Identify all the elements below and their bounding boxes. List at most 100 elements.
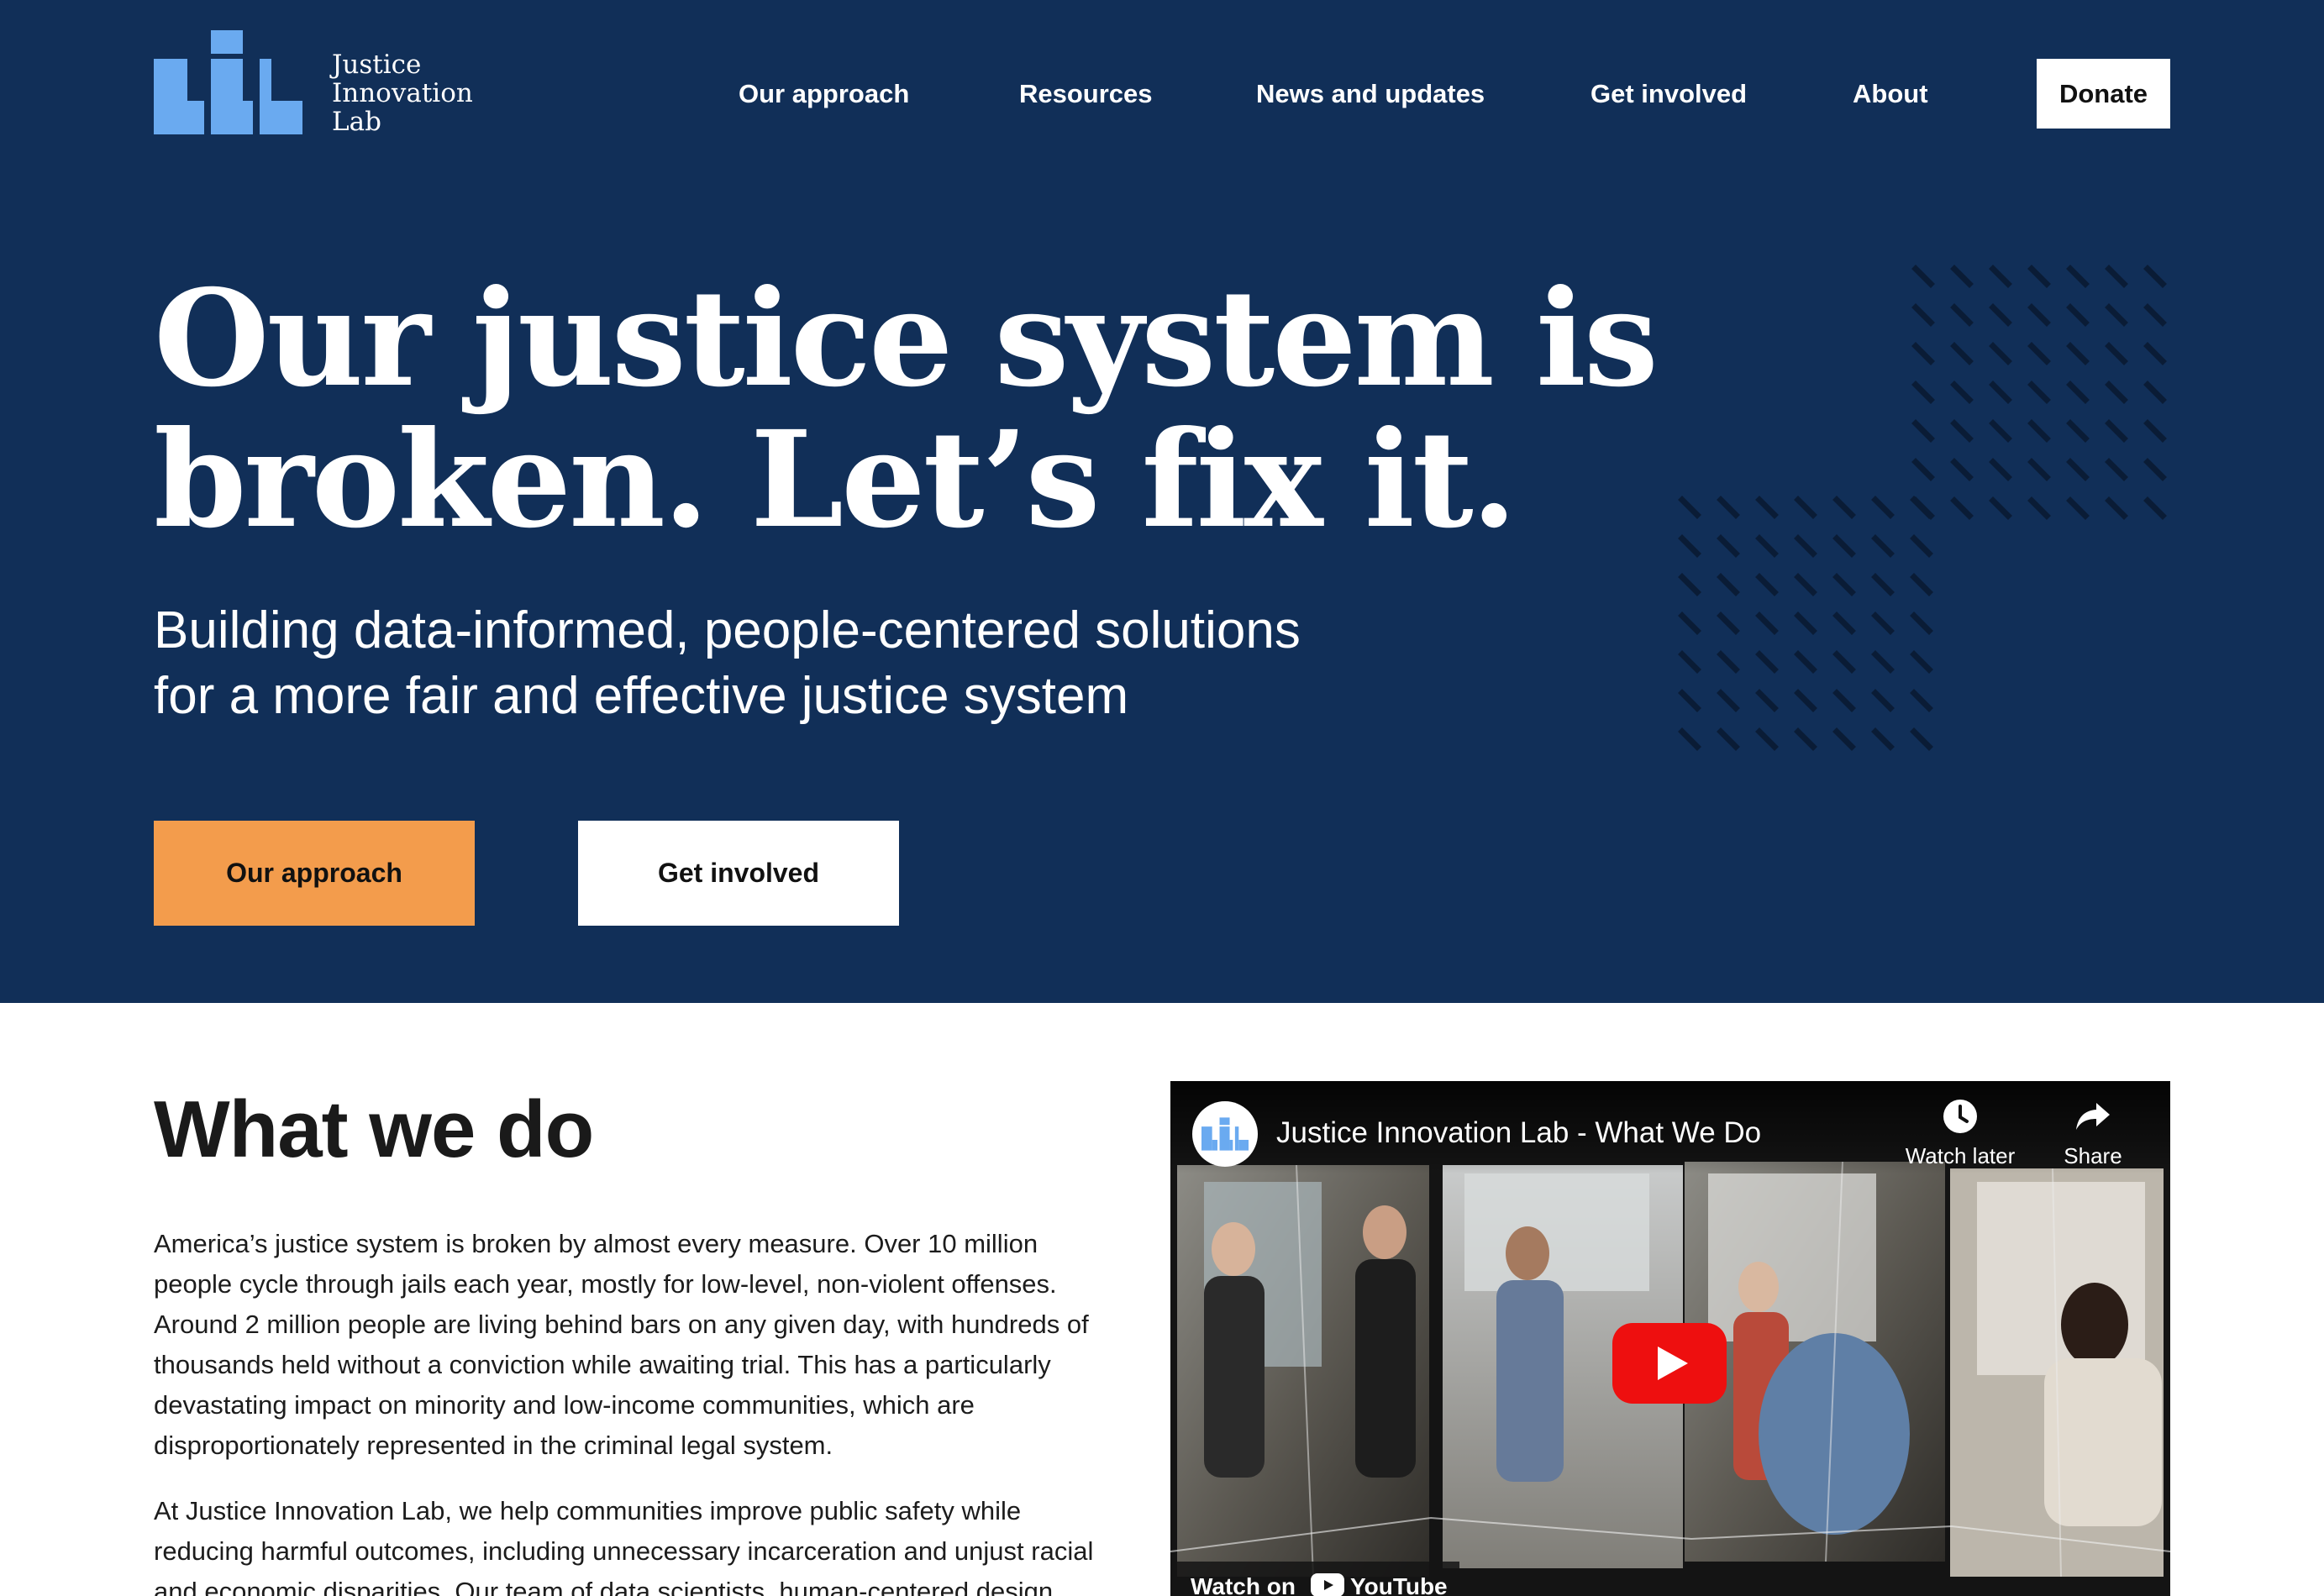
pattern-dash [1832,534,1856,558]
pattern-dash [2027,458,2051,481]
pattern-dash [1950,419,1974,443]
pattern-dash [2105,496,2128,520]
pattern-dash [1871,650,1895,674]
watch-on-youtube-link[interactable]: Watch on YouTube [1170,1562,1459,1596]
pattern-dash [1910,650,1933,674]
pattern-dash [1950,381,1974,404]
pattern-dash [2105,342,2128,365]
play-icon[interactable] [1612,1323,1727,1404]
pattern-dash [1871,496,1895,519]
pattern-dash [2027,342,2051,365]
hero-title: Our justice system is broken. Let’s fix … [154,261,1659,551]
pattern-dash [2143,342,2167,365]
nav-item-resources[interactable]: Resources [1019,79,1153,109]
pattern-dash [1871,727,1895,751]
share-label: Share [2064,1143,2122,1168]
pattern-dash [2066,419,2090,443]
pattern-dash [1871,534,1895,558]
nav-item-about[interactable]: About [1853,79,1928,109]
pattern-dash [1755,534,1779,558]
pattern-dash [1950,342,1974,365]
pattern-dash [2143,303,2167,327]
pattern-dash [1717,727,1740,751]
pattern-dash [2027,303,2051,327]
pattern-dash [1717,496,1740,519]
pattern-dash [1678,727,1701,751]
nav-item-news[interactable]: News and updates [1256,79,1485,109]
pattern-dash [1755,727,1779,751]
pattern-dash [1910,573,1933,596]
donate-button[interactable]: Donate [2037,59,2170,129]
watch-later-button[interactable]: Watch later [1897,1098,2023,1169]
pattern-dash [2105,303,2128,327]
pattern-dash [2105,265,2128,288]
pattern-dash [1989,419,2012,443]
pattern-dash [1678,612,1701,635]
pattern-dash [2105,458,2128,481]
main-nav: Our approach Resources News and updates … [0,59,2324,129]
pattern-dash [1911,303,1935,327]
pattern-dash [2027,381,2051,404]
pattern-dash [1755,650,1779,674]
youtube-logo-icon [1310,1573,1344,1596]
pattern-dash [1717,534,1740,558]
share-button[interactable]: Share [2030,1098,2156,1169]
pattern-dash [1717,650,1740,674]
pattern-dash [1911,419,1935,443]
pattern-dash [2143,381,2167,404]
pattern-dash [1794,650,1817,674]
pattern-dash [1911,265,1935,288]
hero-title-line: Our justice system is [154,261,1659,417]
mission-paragraph: At Justice Innovation Lab, we help commu… [154,1491,1162,1596]
paragraph-line: America’s justice system is broken by al… [154,1229,1038,1258]
pattern-dash [2027,496,2051,520]
pattern-dash [1832,612,1856,635]
pattern-dash [1910,496,1933,519]
intro-paragraph: America’s justice system is broken by al… [154,1224,1162,1466]
nav-item-our-approach[interactable]: Our approach [739,79,909,109]
channel-avatar[interactable] [1192,1101,1258,1167]
video-embed[interactable]: Justice Innovation Lab - What We Do Watc… [1170,1081,2170,1596]
pattern-dash [1678,650,1701,674]
pattern-dash [2105,381,2128,404]
pattern-dash [2105,419,2128,443]
pattern-dash [2143,419,2167,443]
pattern-dash [1832,727,1856,751]
pattern-dash [1755,612,1779,635]
pattern-dash [1910,534,1933,558]
pattern-dash [1911,458,1935,481]
nav-item-get-involved[interactable]: Get involved [1591,79,1747,109]
pattern-dash [1989,381,2012,404]
pattern-dash [1910,689,1933,712]
pattern-dash [2066,342,2090,365]
pattern-dash [1717,573,1740,596]
pattern-dash [1794,496,1817,519]
pattern-dash [1989,458,2012,481]
pattern-dash [1678,573,1701,596]
hero-subtitle: Building data-informed, people-centered … [154,598,1498,729]
paragraph-line: thousands held without a conviction whil… [154,1350,1051,1379]
pattern-dash [2066,458,2090,481]
pattern-dash [2066,265,2090,288]
video-title[interactable]: Justice Innovation Lab - What We Do [1276,1116,1761,1150]
share-arrow-icon [2030,1098,2156,1140]
pattern-dash [1794,689,1817,712]
logo-icon [1201,1117,1249,1151]
hero-section: Justice Innovation Lab Our approach Reso… [0,0,2324,1003]
pattern-dash [2066,496,2090,520]
pattern-dash [1832,573,1856,596]
section-title: What we do [154,1084,594,1174]
pattern-dash [1794,573,1817,596]
pattern-dash [1717,689,1740,712]
our-approach-button[interactable]: Our approach [154,821,475,926]
pattern-dash [1911,381,1935,404]
get-involved-button[interactable]: Get involved [578,821,899,926]
pattern-dash [2143,265,2167,288]
pattern-dash [1950,458,1974,481]
pattern-dash [1717,612,1740,635]
pattern-dash [1989,303,2012,327]
pattern-dash [1832,496,1856,519]
paragraph-line: At Justice Innovation Lab, we help commu… [154,1496,1022,1525]
paragraph-line: Around 2 million people are living behin… [154,1310,1089,1339]
pattern-dash [1871,689,1895,712]
